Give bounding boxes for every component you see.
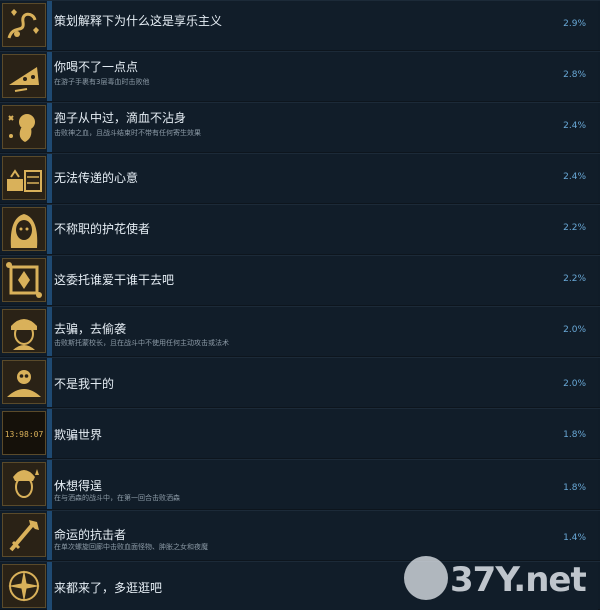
achievement-percent: 1.8%	[563, 430, 586, 440]
row-panel	[52, 409, 598, 458]
watermark-logo-icon	[404, 556, 448, 600]
sword-icon	[2, 513, 46, 557]
achievement-percent: 2.9%	[563, 19, 586, 29]
digital-counter-icon: 13:98:07	[2, 411, 46, 455]
achievement-description: 击败神之血，且战斗结束时不带有任何寄生效果	[54, 129, 201, 137]
watermark-text: 37Y.net	[450, 560, 587, 600]
achievement-row[interactable]: 去骗，去偷袭 击败斯托蒙校长，且在战斗中不使用任何主动攻击或法术 2.0%	[0, 306, 600, 356]
spore-creature-icon	[2, 105, 46, 149]
site-watermark: 37Y.net	[404, 548, 594, 606]
achievement-row[interactable]: 策划解释下为什么这是享乐主义 2.9%	[0, 0, 600, 50]
letter-scene-icon	[2, 156, 46, 200]
row-panel	[52, 358, 598, 407]
achievement-percent: 2.2%	[563, 223, 586, 233]
achievement-row[interactable]: 休想得逞 在与洒森的战斗中，在第一回合击败洒森 1.8%	[0, 459, 600, 509]
compass-rose-icon	[2, 564, 46, 608]
achievement-percent: 1.8%	[563, 483, 586, 493]
hero-portrait-icon	[2, 462, 46, 506]
achievement-row[interactable]: 孢子从中过，滴血不沾身 击败神之血，且战斗结束时不带有任何寄生效果 2.4%	[0, 102, 600, 152]
hearts-swirl-icon	[2, 3, 46, 47]
achievement-title: 策划解释下为什么这是享乐主义	[54, 14, 223, 28]
skull-pile-icon	[2, 360, 46, 404]
cheese-wedge-icon	[2, 54, 46, 98]
achievement-title: 不是我干的	[54, 377, 115, 391]
achievement-percent: 2.8%	[563, 70, 586, 80]
achievement-title: 去骗，去偷袭	[54, 322, 127, 336]
achievement-percent: 2.2%	[563, 274, 586, 284]
achievement-title: 不称职的护花使者	[54, 222, 151, 236]
achievement-row[interactable]: 不是我干的 2.0%	[0, 357, 600, 407]
achievement-description: 在与洒森的战斗中，在第一回合击败洒森	[54, 494, 180, 502]
girl-portrait-icon	[2, 207, 46, 251]
achievement-title: 你喝不了一点点	[54, 60, 139, 74]
achievement-row[interactable]: 不称职的护花使者 2.2%	[0, 204, 600, 254]
achievement-row[interactable]: 13:98:07 欺骗世界 1.8%	[0, 408, 600, 458]
achievement-title: 欺骗世界	[54, 428, 103, 442]
achievement-title: 命运的抗击者	[54, 528, 127, 542]
achievement-title: 这委托谁爱干谁干去吧	[54, 273, 175, 287]
achievement-title: 无法传递的心意	[54, 171, 139, 185]
boy-portrait-icon	[2, 309, 46, 353]
achievement-percent: 2.4%	[563, 172, 586, 182]
ornate-frame-icon	[2, 258, 46, 302]
achievement-percent: 2.4%	[563, 121, 586, 131]
achievement-title: 休想得逞	[54, 479, 103, 493]
achievement-description: 在游子手裹有3层毒血时击败他	[54, 78, 150, 86]
achievement-title: 孢子从中过，滴血不沾身	[54, 111, 187, 125]
achievement-title: 来都来了，多逛逛吧	[54, 581, 163, 595]
achievement-row[interactable]: 无法传递的心意 2.4%	[0, 153, 600, 203]
achievement-description: 击败斯托蒙校长，且在战斗中不使用任何主动攻击或法术	[54, 339, 229, 347]
achievement-row[interactable]: 这委托谁爱干谁干去吧 2.2%	[0, 255, 600, 305]
achievement-percent: 2.0%	[563, 325, 586, 335]
counter-text: 13:98:07	[5, 430, 44, 439]
achievement-percent: 1.4%	[563, 533, 586, 543]
achievement-row[interactable]: 你喝不了一点点 在游子手裹有3层毒血时击败他 2.8%	[0, 51, 600, 101]
achievement-description: 在单次螺旋回廊中击败血面怪物、肿胀之女和夜魔	[54, 543, 208, 551]
achievement-percent: 2.0%	[563, 379, 586, 389]
row-panel	[52, 307, 598, 356]
